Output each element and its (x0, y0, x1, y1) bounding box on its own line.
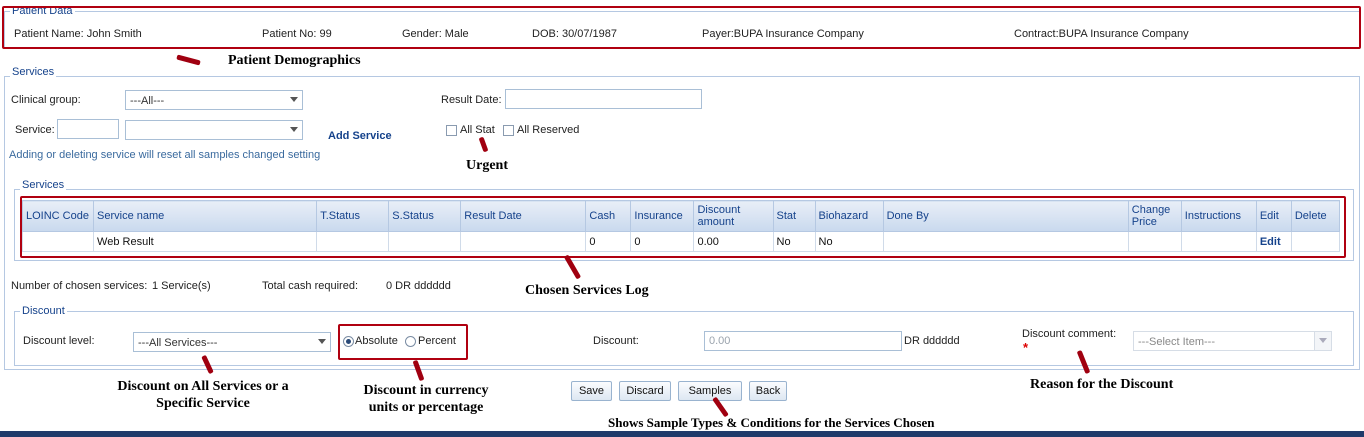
result-date-input[interactable] (505, 89, 702, 109)
annotation-discount-units: Discount in currency units or percentage (363, 383, 489, 415)
chevron-down-icon (290, 97, 298, 102)
chevron-down-icon (290, 127, 298, 132)
chosen-services-highlight (20, 196, 1346, 258)
discount-level-select[interactable]: ---All Services--- (133, 332, 331, 352)
patient-gender: Gender: Male (402, 28, 469, 40)
discount-comment-label: Discount comment: (1022, 328, 1117, 340)
patient-dob: DOB: 30/07/1987 (532, 28, 618, 40)
annotation-urgent: Urgent (466, 158, 508, 173)
samples-button[interactable]: Samples (678, 381, 742, 401)
demographics-pointer (176, 54, 201, 66)
back-button[interactable]: Back (749, 381, 787, 401)
clinical-group-select[interactable]: ---All--- (125, 90, 303, 110)
chosen-services-count: 1 Service(s) (152, 280, 211, 292)
discard-button[interactable]: Discard (619, 381, 671, 401)
annotation-reason-for-discount: Reason for the Discount (1030, 377, 1174, 392)
service-code-input[interactable] (57, 119, 119, 139)
all-reserved-checkbox[interactable] (503, 125, 514, 136)
save-button[interactable]: Save (571, 381, 612, 401)
patient-contract: Contract:BUPA Insurance Company (1014, 28, 1189, 40)
patient-name: Patient Name: John Smith (14, 28, 142, 40)
all-stat-label: All Stat (460, 124, 495, 136)
add-service-button[interactable]: Add Service (328, 130, 392, 142)
service-reset-hint: Adding or deleting service will reset al… (9, 149, 321, 161)
all-reserved-label: All Reserved (517, 124, 580, 136)
clinical-group-value: ---All--- (130, 95, 165, 107)
chevron-down-icon (318, 339, 326, 344)
discount-level-label: Discount level: (23, 335, 95, 347)
annotation-patient-demographics: Patient Demographics (228, 53, 361, 68)
total-cash-value: 0 DR dddddd (386, 280, 451, 292)
patient-payer: Payer:BUPA Insurance Company (702, 28, 864, 40)
total-cash-label: Total cash required: (262, 280, 358, 292)
discount-comment-value: ---Select Item--- (1138, 336, 1215, 348)
discount-currency: DR dddddd (904, 335, 960, 347)
discount-units-highlight (338, 324, 468, 360)
annotation-chosen-services-log: Chosen Services Log (525, 283, 649, 298)
discount-label: Discount: (593, 335, 639, 347)
service-select[interactable] (125, 120, 303, 140)
annotation-discount-scope: Discount on All Services or a Specific S… (117, 379, 289, 411)
services-legend: Services (10, 66, 57, 78)
all-stat-checkbox[interactable] (446, 125, 457, 136)
services-grid-legend: Services (20, 179, 67, 191)
annotation-samples: Shows Sample Types & Conditions for the … (608, 415, 935, 430)
discount-level-value: ---All Services--- (138, 337, 218, 349)
dropdown-button (1314, 332, 1331, 350)
chevron-down-icon (1319, 338, 1327, 343)
discount-comment-select[interactable]: ---Select Item--- (1133, 331, 1332, 351)
result-date-label: Result Date: (441, 94, 502, 106)
chosen-services-label: Number of chosen services: (11, 280, 148, 292)
discount-legend: Discount (20, 305, 67, 317)
discount-input[interactable] (704, 331, 902, 351)
clinical-group-label: Clinical group: (11, 94, 81, 106)
required-asterisk: * (1023, 340, 1029, 355)
service-label: Service: (15, 124, 55, 136)
footer-bar (0, 431, 1364, 437)
patient-number: Patient No: 99 (262, 28, 332, 40)
